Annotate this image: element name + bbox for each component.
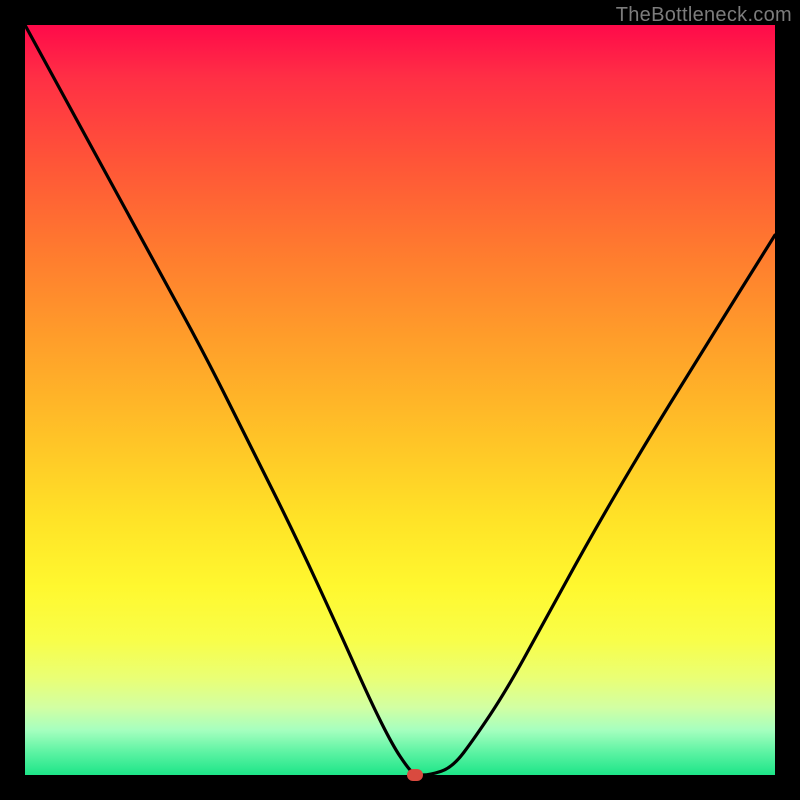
- chart-stage: TheBottleneck.com: [0, 0, 800, 800]
- bottleneck-curve-path: [25, 25, 775, 775]
- minimum-marker: [407, 769, 423, 781]
- plot-area: [25, 25, 775, 775]
- watermark-text: TheBottleneck.com: [616, 4, 792, 27]
- curve-svg: [25, 25, 775, 775]
